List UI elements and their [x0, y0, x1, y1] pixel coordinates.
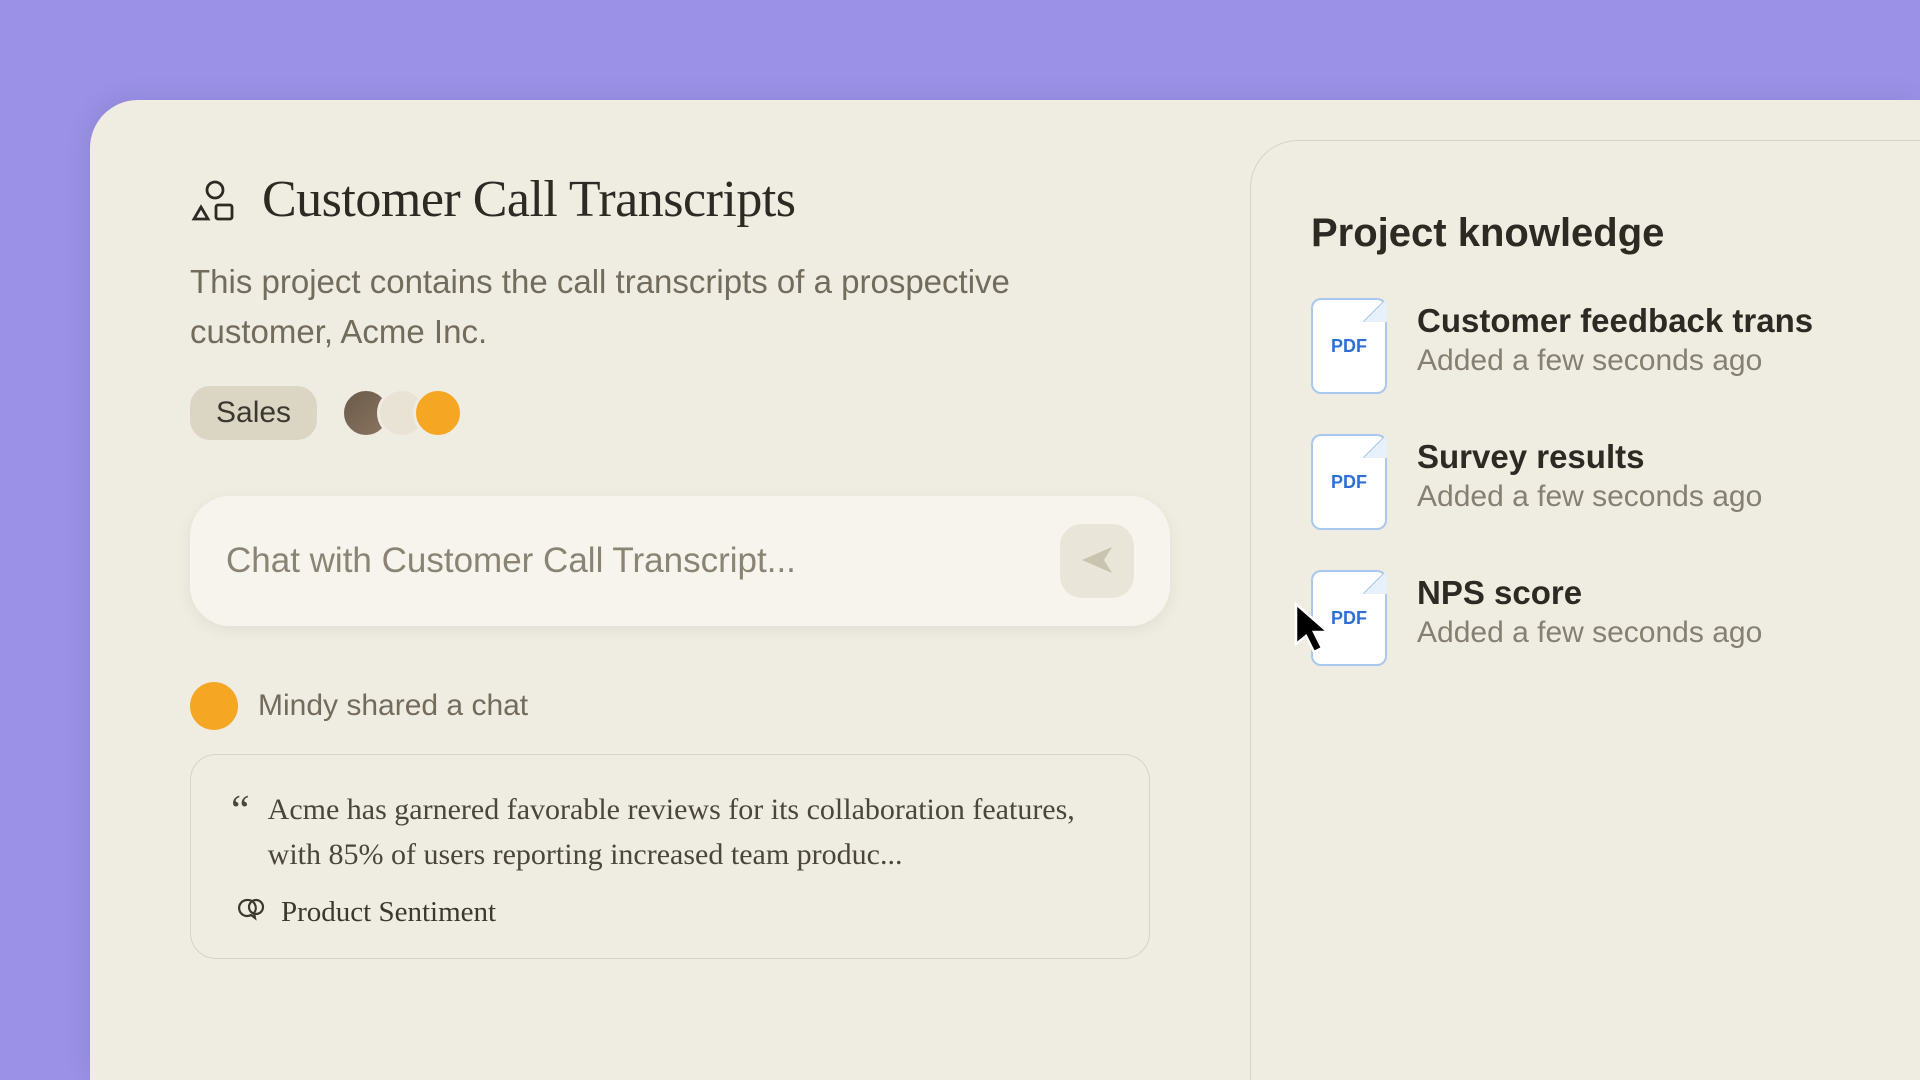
cursor-icon — [1290, 600, 1338, 665]
project-title: Customer Call Transcripts — [262, 170, 796, 229]
tag-chip-sales[interactable]: Sales — [190, 386, 317, 440]
shapes-icon — [190, 177, 236, 223]
chat-input[interactable] — [226, 541, 1040, 581]
doc-text: NPS score Added a few seconds ago — [1417, 570, 1762, 650]
pdf-file-icon: PDF — [1311, 298, 1387, 394]
quote-text: Acme has garnered favorable reviews for … — [268, 787, 1109, 877]
avatar — [413, 388, 463, 438]
pdf-file-icon: PDF — [1311, 434, 1387, 530]
project-description: This project contains the call transcrip… — [190, 257, 1030, 356]
doc-text: Customer feedback trans Added a few seco… — [1417, 298, 1813, 378]
shared-chat-card[interactable]: “ Acme has garnered favorable reviews fo… — [190, 754, 1150, 959]
doc-title: NPS score — [1417, 574, 1762, 612]
knowledge-item[interactable]: PDF Survey results Added a few seconds a… — [1311, 434, 1920, 530]
avatar — [190, 682, 238, 730]
pdf-badge: PDF — [1331, 336, 1367, 357]
send-button[interactable] — [1060, 524, 1134, 598]
knowledge-panel: Project knowledge PDF Customer feedback … — [1250, 140, 1920, 1080]
knowledge-heading: Project knowledge — [1311, 211, 1920, 256]
sentiment-label: Product Sentiment — [281, 896, 496, 929]
app-window: Customer Call Transcripts This project c… — [90, 100, 1920, 1080]
doc-meta: Added a few seconds ago — [1417, 616, 1762, 650]
tags-row: Sales — [190, 386, 1170, 440]
doc-meta: Added a few seconds ago — [1417, 344, 1813, 378]
send-icon — [1078, 541, 1116, 582]
doc-title: Survey results — [1417, 438, 1762, 476]
project-main-panel: Customer Call Transcripts This project c… — [90, 100, 1250, 1080]
knowledge-item[interactable]: PDF Customer feedback trans Added a few … — [1311, 298, 1920, 394]
avatar-stack[interactable] — [341, 388, 463, 438]
chat-input-container — [190, 496, 1170, 626]
quote-row: “ Acme has garnered favorable reviews fo… — [231, 787, 1109, 877]
project-header: Customer Call Transcripts — [190, 170, 1170, 229]
doc-text: Survey results Added a few seconds ago — [1417, 434, 1762, 514]
shared-chat-header: Mindy shared a chat — [190, 682, 1170, 730]
pdf-badge: PDF — [1331, 472, 1367, 493]
sentiment-row: Product Sentiment — [235, 895, 1109, 930]
quote-icon: “ — [231, 799, 250, 877]
doc-meta: Added a few seconds ago — [1417, 480, 1762, 514]
knowledge-item[interactable]: PDF NPS score Added a few seconds ago — [1311, 570, 1920, 666]
shared-chat-author: Mindy shared a chat — [258, 689, 528, 723]
doc-title: Customer feedback trans — [1417, 302, 1813, 340]
chat-bubble-icon — [235, 895, 265, 930]
